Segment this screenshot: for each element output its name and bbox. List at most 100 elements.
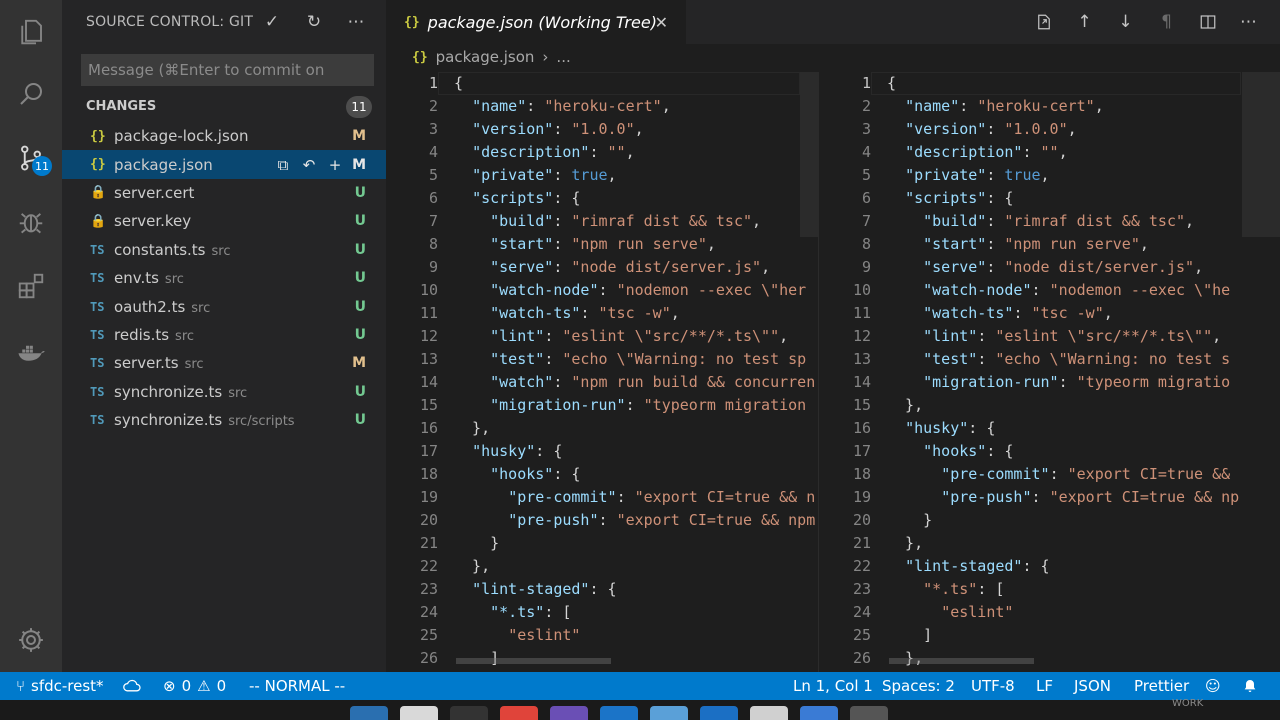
code-line: 13 "test": "echo \"Warning: no test s (819, 348, 1280, 371)
list-item[interactable]: {} package.json ⧉ ↶ + M (62, 150, 386, 179)
list-item[interactable]: TS synchronize.ts src U (62, 378, 386, 406)
code-token: "node dist/server.js" (1004, 258, 1195, 276)
arrow-down-icon[interactable]: ↓ (1108, 8, 1143, 36)
end-of-line[interactable]: LF (1036, 672, 1053, 700)
cursor-position[interactable]: Ln 1, Col 1 (793, 672, 873, 700)
code-token: , (1040, 166, 1050, 184)
code-token: }, (454, 419, 491, 437)
code-text: "lint-staged": { (887, 555, 1050, 578)
dock-app-icon[interactable] (450, 706, 488, 720)
horizontal-scrollbar[interactable] (456, 658, 611, 664)
discard-changes-icon[interactable]: ↶ (300, 156, 318, 174)
scrollbar-thumb[interactable] (1242, 72, 1280, 237)
dock-app-icon[interactable] (600, 706, 638, 720)
code-token: "husky" (905, 419, 969, 437)
source-control-icon[interactable]: 11 (0, 134, 62, 182)
file-directory: src (191, 300, 211, 316)
list-item[interactable]: TS server.ts src M (62, 349, 386, 377)
list-item[interactable]: TS constants.ts src U (62, 236, 386, 264)
horizontal-scrollbar[interactable] (889, 658, 1034, 664)
code-text: "watch-node": "nodemon --exec \"he (887, 279, 1230, 302)
code-token: { (887, 74, 897, 92)
open-file-icon[interactable]: ⧉ (274, 156, 292, 174)
code-token: true (571, 166, 608, 184)
code-token: true (1004, 166, 1041, 184)
code-token: "npm run serve" (571, 235, 707, 253)
list-item[interactable]: TS synchronize.ts src/scripts U (62, 406, 386, 434)
status-bar: ⑂ sfdc-rest* ⊗ 0 ⚠ 0 -- NORMAL -- Ln 1, … (0, 672, 1280, 700)
list-item[interactable]: 🔒 server.key U (62, 207, 386, 235)
dock (0, 700, 1280, 720)
line-number: 16 (852, 419, 871, 437)
code-text: "test": "echo \"Warning: no test sp (454, 348, 806, 371)
commit-check-icon[interactable]: ✓ (256, 8, 288, 36)
notifications-icon[interactable] (1242, 672, 1258, 700)
formatter[interactable]: Prettier (1134, 672, 1189, 700)
problems-indicator[interactable]: ⊗ 0 ⚠ 0 (163, 672, 226, 700)
code-line: 21 } (386, 532, 818, 555)
more-actions-icon[interactable]: ⋯ (340, 8, 372, 36)
encoding[interactable]: UTF-8 (971, 672, 1015, 700)
dock-app-icon[interactable] (400, 706, 438, 720)
dock-app-icon[interactable] (500, 706, 538, 720)
stage-changes-icon[interactable]: + (326, 156, 344, 174)
docker-icon[interactable] (0, 328, 62, 376)
dock-app-icon[interactable] (800, 706, 838, 720)
indentation[interactable]: Spaces: 2 (882, 672, 955, 700)
open-file-icon[interactable] (1026, 8, 1061, 36)
breadcrumb-more[interactable]: ... (556, 48, 570, 66)
list-item[interactable]: 🔒 server.cert U (62, 179, 386, 207)
tab-package-json[interactable]: {} package.json (Working Tree) ✕ (386, 0, 686, 44)
list-item[interactable]: TS env.ts src U (62, 264, 386, 292)
code-token: "*.ts" (923, 580, 978, 598)
code-token: : (598, 281, 617, 299)
code-token: , (661, 97, 671, 115)
list-item[interactable]: TS redis.ts src U (62, 321, 386, 349)
settings-gear-icon[interactable] (0, 616, 62, 664)
dock-app-icon[interactable] (850, 706, 888, 720)
code-text: "watch-ts": "tsc -w", (887, 302, 1113, 325)
breadcrumb-file[interactable]: package.json (436, 48, 535, 66)
sync-icon[interactable] (122, 672, 142, 700)
code-token: "heroku-cert" (544, 97, 662, 115)
refresh-icon[interactable]: ↻ (298, 8, 330, 36)
arrow-up-icon[interactable]: ↑ (1067, 8, 1102, 36)
code-line: 18 "pre-commit": "export CI=true && (819, 463, 1280, 486)
feedback-icon[interactable]: ☺ (1205, 672, 1221, 700)
dock-app-icon[interactable] (700, 706, 738, 720)
list-item[interactable]: TS oauth2.ts src U (62, 292, 386, 320)
more-icon[interactable]: ⋯ (1231, 8, 1266, 36)
dock-app-icon[interactable] (750, 706, 788, 720)
search-icon[interactable] (0, 70, 62, 118)
line-number: 3 (428, 120, 438, 138)
scrollbar-thumb[interactable] (800, 72, 818, 237)
commit-message-input[interactable]: Message (⌘Enter to commit on (81, 54, 374, 86)
language-mode[interactable]: JSON (1074, 672, 1111, 700)
close-icon[interactable]: ✕ (655, 13, 668, 32)
code-token: "eslint" (941, 603, 1014, 621)
extensions-icon[interactable] (0, 262, 62, 310)
line-number: 21 (852, 534, 871, 552)
code-line: 3 "version": "1.0.0", (386, 118, 818, 141)
code-text: "migration-run": "typeorm migratio (887, 371, 1230, 394)
code-token: , (1212, 327, 1222, 345)
explorer-icon[interactable] (0, 8, 62, 56)
original-pane[interactable]: 1{2 "name": "heroku-cert", 3 "version": "… (386, 72, 818, 672)
list-item[interactable]: {} package-lock.json M (62, 122, 386, 150)
file-directory: src (164, 272, 184, 288)
modified-pane[interactable]: 1{2 "name": "heroku-cert", 3 "version": "… (819, 72, 1280, 672)
split-editor-icon[interactable] (1190, 8, 1225, 36)
code-line: 19 "pre-commit": "export CI=true && n (386, 486, 818, 509)
pilcrow-icon[interactable]: ¶ (1149, 8, 1184, 36)
dock-app-icon[interactable] (350, 706, 388, 720)
debug-icon[interactable] (0, 198, 62, 246)
branch-indicator[interactable]: ⑂ sfdc-rest* (16, 672, 104, 700)
changes-header[interactable]: CHANGES (86, 99, 156, 114)
dock-app-icon[interactable] (650, 706, 688, 720)
dock-app-icon[interactable] (550, 706, 588, 720)
